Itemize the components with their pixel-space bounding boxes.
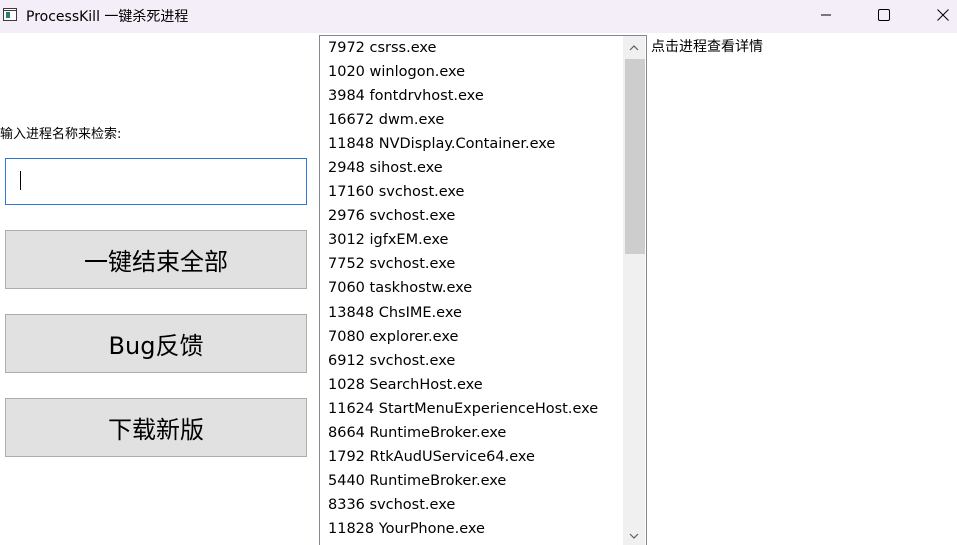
- minimize-button[interactable]: [803, 0, 849, 30]
- process-list-item[interactable]: 1792 RtkAudUService64.exe: [320, 445, 622, 469]
- process-list-item[interactable]: 7752 svchost.exe: [320, 252, 622, 276]
- process-list-item[interactable]: 3012 igfxEM.exe: [320, 228, 622, 252]
- chevron-up-icon: [629, 45, 639, 51]
- process-list-item[interactable]: 7060 taskhostw.exe: [320, 276, 622, 300]
- process-list-item[interactable]: 13848 ChsIME.exe: [320, 301, 622, 325]
- app-window-icon: [3, 8, 17, 21]
- maximize-icon: [878, 9, 890, 21]
- scroll-down-button[interactable]: [623, 526, 645, 545]
- kill-all-button[interactable]: 一键结束全部: [5, 230, 307, 289]
- search-input[interactable]: [5, 158, 307, 205]
- process-list-item[interactable]: 2948 sihost.exe: [320, 156, 622, 180]
- bug-report-button[interactable]: Bug反馈: [5, 314, 307, 373]
- close-icon: [937, 9, 949, 21]
- process-list-item[interactable]: 5440 RuntimeBroker.exe: [320, 469, 622, 493]
- process-list-item[interactable]: 2976 svchost.exe: [320, 204, 622, 228]
- download-new-version-button[interactable]: 下载新版: [5, 398, 307, 457]
- chevron-down-icon: [629, 533, 639, 539]
- process-list[interactable]: 7972 csrss.exe 1020 winlogon.exe 3984 font…: [319, 35, 647, 545]
- scroll-up-button[interactable]: [623, 38, 645, 58]
- process-list-item[interactable]: 11848 NVDisplay.Container.exe: [320, 132, 622, 156]
- process-details-hint: 点击进程查看详情: [651, 39, 763, 55]
- process-list-item[interactable]: 7972 csrss.exe: [320, 36, 622, 60]
- process-list-item[interactable]: 11828 YourPhone.exe: [320, 517, 622, 541]
- process-list-items: 7972 csrss.exe 1020 winlogon.exe 3984 font…: [320, 36, 622, 541]
- vertical-scrollbar[interactable]: [623, 36, 645, 545]
- minimize-icon: [821, 14, 831, 16]
- search-label: 输入进程名称来检索:: [0, 127, 122, 142]
- process-list-item[interactable]: 1020 winlogon.exe: [320, 60, 622, 84]
- title-bar[interactable]: ProcessKill 一键杀死进程: [0, 0, 957, 33]
- process-list-item[interactable]: 8336 svchost.exe: [320, 493, 622, 517]
- process-list-item[interactable]: 7080 explorer.exe: [320, 325, 622, 349]
- window-title: ProcessKill 一键杀死进程: [26, 9, 189, 25]
- process-list-item[interactable]: 1028 SearchHost.exe: [320, 373, 622, 397]
- process-list-item[interactable]: 17160 svchost.exe: [320, 180, 622, 204]
- process-list-item[interactable]: 11624 StartMenuExperienceHost.exe: [320, 397, 622, 421]
- close-button[interactable]: [920, 0, 957, 30]
- scroll-thumb[interactable]: [625, 59, 645, 254]
- process-list-item[interactable]: 16672 dwm.exe: [320, 108, 622, 132]
- process-list-item[interactable]: 6912 svchost.exe: [320, 349, 622, 373]
- process-list-item[interactable]: 8664 RuntimeBroker.exe: [320, 421, 622, 445]
- process-list-item[interactable]: 3984 fontdrvhost.exe: [320, 84, 622, 108]
- maximize-button[interactable]: [861, 0, 907, 30]
- text-caret: [20, 171, 21, 190]
